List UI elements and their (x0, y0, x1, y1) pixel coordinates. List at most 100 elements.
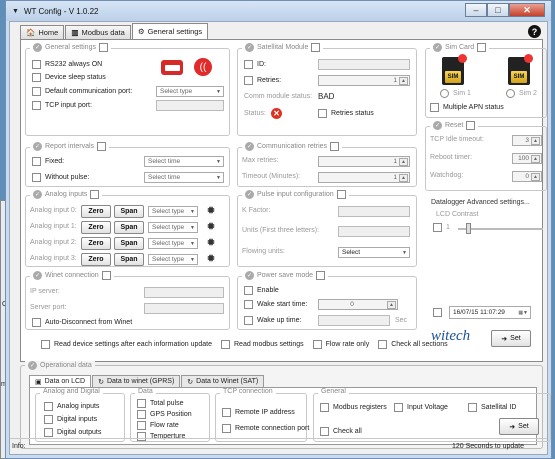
input-voltage-checkbox[interactable] (394, 403, 403, 412)
server-port-input[interactable] (144, 303, 224, 314)
tab-data-to-winet-sat[interactable]: ↻ Data to Winet (SAT) (181, 375, 265, 387)
lcd-contrast-slider[interactable] (458, 223, 543, 234)
title-bar[interactable]: ▼ WT Config - V 1.0.22 – □ ✕ (6, 1, 551, 21)
general-settings-checkbox[interactable] (98, 43, 108, 52)
default-port-select[interactable]: Select type ▼ (156, 86, 224, 97)
sat-id-checkbox[interactable] (244, 60, 253, 69)
analog-gear-icon-0[interactable]: ✹ (204, 205, 218, 217)
remote-port-checkbox[interactable] (222, 424, 231, 433)
units-input[interactable] (338, 226, 410, 237)
wake-start-checkbox[interactable] (244, 300, 253, 309)
sim-checkbox[interactable] (477, 43, 487, 52)
gps-position-checkbox[interactable] (137, 410, 146, 419)
rs232-checkbox[interactable] (32, 60, 41, 69)
tab-data-to-winet-gprs[interactable]: ↻ Data to winet (GPRS) (92, 375, 181, 387)
tab-modbus-data[interactable]: ▥ Modbus data (65, 25, 131, 39)
span-button-1[interactable]: Span (114, 221, 144, 234)
analog-inputs-checkbox[interactable] (44, 402, 53, 411)
tcp-port-checkbox[interactable] (32, 101, 41, 110)
span-button-0[interactable]: Span (114, 205, 144, 218)
menu-chevron-icon[interactable]: ▼ (12, 8, 19, 15)
power-checkbox[interactable] (316, 271, 326, 280)
sat-retries-checkbox[interactable] (244, 76, 253, 85)
flow-rate-data-checkbox[interactable] (137, 421, 146, 430)
tab-data-on-lcd[interactable]: ▣ Data on LCD (29, 375, 92, 387)
flow-rate-checkbox[interactable] (312, 340, 322, 349)
zero-button-2[interactable]: Zero (81, 237, 111, 250)
digital-outputs-checkbox[interactable] (44, 428, 53, 437)
tcp-idle-spinner[interactable]: 3 ▲ (512, 135, 542, 146)
wake-up-checkbox[interactable] (244, 316, 253, 325)
without-pulse-select[interactable]: Select time ▼ (144, 172, 224, 183)
wake-up-input[interactable] (318, 315, 390, 326)
modbus-registers-checkbox[interactable] (320, 403, 329, 412)
reboot-spinner[interactable]: 100 ▲ (512, 153, 542, 164)
retries-status-checkbox[interactable] (318, 109, 327, 118)
pulse-checkbox[interactable] (336, 190, 346, 199)
span-button-3[interactable]: Span (114, 253, 144, 266)
read-modbus-checkbox[interactable] (221, 340, 230, 349)
auto-disconnect-checkbox[interactable] (32, 318, 41, 327)
zero-button-3[interactable]: Zero (81, 253, 111, 266)
read-after-checkbox[interactable] (41, 340, 50, 349)
maximize-button[interactable]: □ (487, 3, 509, 17)
wake-start-spinner[interactable]: 0 ▲ (318, 299, 398, 310)
analog-gear-icon-2[interactable]: ✹ (204, 237, 218, 249)
minimize-button[interactable]: – (465, 3, 487, 17)
check-all-sections-label: Check all sections (391, 341, 448, 348)
analog-gear-icon-1[interactable]: ✹ (204, 221, 218, 233)
max-retries-spinner[interactable]: 1 ▲ (318, 156, 410, 167)
analog-gear-icon-3[interactable]: ✹ (204, 253, 218, 265)
set-button[interactable]: ➜ Set (491, 330, 531, 347)
sat-retries-spinner[interactable]: 1 ▲ (318, 75, 410, 86)
sat-id-input[interactable] (318, 59, 410, 70)
server-ip-input[interactable] (144, 287, 224, 298)
analog-type-select-2[interactable]: Select type ▼ (148, 238, 198, 249)
kfactor-input[interactable] (338, 206, 410, 217)
report-checkbox[interactable] (97, 142, 107, 151)
zero-button-0[interactable]: Zero (81, 205, 111, 218)
span-button-2[interactable]: Span (114, 237, 144, 250)
total-pulse-checkbox[interactable] (137, 399, 146, 408)
datalogger-link[interactable]: Datalogger Advanced settings... (431, 199, 530, 206)
check-all-checkbox[interactable] (320, 427, 329, 436)
timeout-spinner[interactable]: 1 ▲ (318, 172, 410, 183)
watchdog-spinner[interactable]: 0 ▲ (512, 171, 542, 182)
remote-ip-checkbox[interactable] (222, 408, 231, 417)
analog-type-select-3[interactable]: Select type ▼ (148, 254, 198, 265)
operational-tabs: ▣ Data on LCD ↻ Data to winet (GPRS) ↻ Data… (29, 375, 265, 387)
datetime-picker[interactable]: 16/07/15 11:07:29 ▦▼ (449, 306, 531, 319)
tab-general-settings[interactable]: ⚙ General settings (131, 23, 209, 39)
operational-set-button[interactable]: ➜ Set (499, 418, 539, 435)
digital-inputs-checkbox[interactable] (44, 415, 53, 424)
fixed-checkbox[interactable] (32, 157, 41, 166)
close-button[interactable]: ✕ (509, 3, 545, 17)
sim-1-radio[interactable] (440, 89, 449, 98)
satellite-checkbox[interactable] (311, 43, 321, 52)
without-pulse-checkbox[interactable] (32, 173, 41, 182)
reset-checkbox[interactable] (466, 121, 476, 130)
sleep-checkbox[interactable] (32, 73, 41, 82)
comm-retries-checkbox[interactable] (330, 142, 340, 151)
default-port-checkbox[interactable] (32, 87, 41, 96)
flowing-units-select[interactable]: Select ▼ (338, 247, 410, 258)
sim-2-radio[interactable] (506, 89, 515, 98)
slider-thumb[interactable] (466, 223, 471, 234)
multi-apn-checkbox[interactable] (430, 103, 439, 112)
tcp-port-input[interactable] (156, 100, 224, 111)
check-icon: ✓ (245, 43, 254, 52)
help-icon[interactable]: ? (528, 25, 541, 38)
fixed-select[interactable]: Select time ▼ (144, 156, 224, 167)
tab-home[interactable]: 🏠 Home (20, 25, 65, 39)
analog-checkbox[interactable] (90, 190, 100, 199)
zero-button-1[interactable]: Zero (81, 221, 111, 234)
datetime-checkbox[interactable] (433, 308, 442, 317)
satellital-id-checkbox[interactable] (468, 403, 477, 412)
lcd-contrast-checkbox[interactable] (433, 223, 442, 232)
analog-type-select-1[interactable]: Select type ▼ (148, 222, 198, 233)
enable-checkbox[interactable] (244, 286, 253, 295)
analog-type-select-0[interactable]: Select type ▼ (148, 206, 198, 217)
winet-checkbox[interactable] (101, 271, 111, 280)
server-port-label: Server port: (30, 304, 67, 311)
check-all-sections-checkbox[interactable] (378, 340, 388, 349)
